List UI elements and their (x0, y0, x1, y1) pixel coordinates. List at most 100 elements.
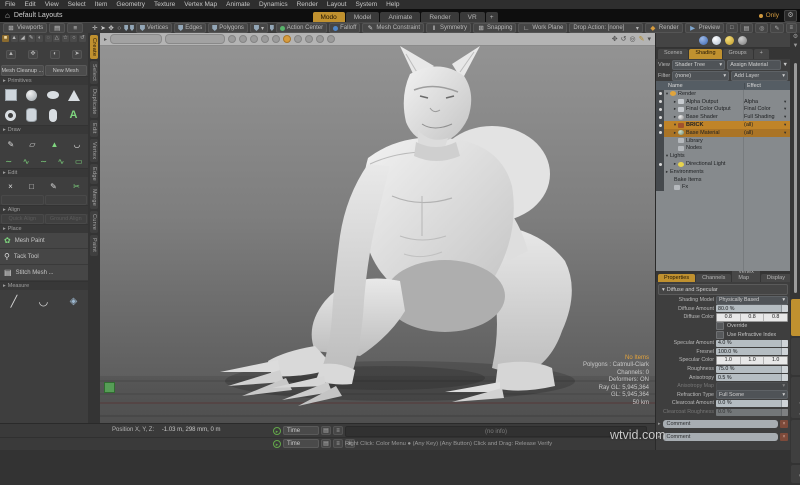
torus-tool[interactable] (0, 105, 21, 125)
zoom-icon[interactable]: ◎ (630, 35, 636, 43)
view-dropdown[interactable]: Shader Tree▾ (672, 60, 725, 70)
mini-icon-5[interactable]: ◐ (36, 35, 43, 42)
menu-system[interactable]: System (355, 1, 377, 8)
vertices-toggle[interactable]: Vertices (136, 23, 172, 33)
vtab-tags[interactable]: Tags (791, 465, 800, 483)
text-tool[interactable]: A (63, 105, 84, 125)
menu-file[interactable]: File (5, 1, 15, 8)
comment-delete-icon[interactable]: × (780, 433, 788, 441)
only-toggle[interactable]: Only (759, 12, 779, 19)
mini-icon-9[interactable]: ○ (70, 35, 77, 42)
vp-toggle-3[interactable] (250, 35, 258, 43)
mini-icon-6[interactable]: ◌ (45, 35, 52, 42)
vtab-vertex[interactable]: Vertex (90, 139, 98, 162)
section-place[interactable]: ▸Place (0, 224, 88, 233)
menu-select[interactable]: Select (68, 1, 86, 8)
mini-icon-7[interactable]: △ (53, 35, 60, 42)
vtab-edge[interactable]: Edge (90, 164, 98, 184)
vp-options-icon[interactable]: ▾ (647, 35, 651, 43)
viewport-menu-icon[interactable]: ▸ (104, 36, 107, 43)
menu-layout[interactable]: Layout (327, 1, 347, 8)
play-range-icon[interactable]: ▸ (273, 440, 281, 448)
tab-display[interactable]: Display (761, 274, 791, 282)
tool-icon-b[interactable]: ✥ (28, 50, 38, 59)
tool-icon-a[interactable]: ▲ (6, 50, 16, 59)
tab-groups[interactable]: Groups (723, 49, 753, 59)
box-edit-icon[interactable]: □ (29, 182, 34, 191)
blob-tool[interactable] (42, 85, 63, 105)
symmetry-button[interactable]: ‖ Symmetry (426, 23, 471, 33)
vp-toggle-9[interactable] (327, 35, 335, 43)
preset-sphere-blue-icon[interactable] (699, 36, 708, 45)
section-align[interactable]: ▸Align (0, 205, 88, 214)
vp-toggle-7[interactable] (305, 35, 313, 43)
channels-icon[interactable]: ≡ (333, 439, 343, 448)
vp-toggle-2[interactable] (239, 35, 247, 43)
mini-icon-4[interactable]: ✎ (28, 35, 35, 42)
slice-icon[interactable]: ✂ (73, 182, 80, 191)
camera-dropdown[interactable] (110, 34, 162, 44)
tree-row-alpha-output[interactable]: ▸ Alpha Output Alpha▾ (656, 98, 790, 106)
sketch-icon-3[interactable]: ∼ (40, 157, 47, 166)
sphere-tool[interactable] (21, 85, 42, 105)
select-mode-icon-2[interactable] (130, 25, 134, 31)
edit-button-2[interactable] (45, 195, 88, 205)
draw-style-icon[interactable]: ✎ (639, 35, 645, 43)
tree-row-base-material[interactable]: ▸ Base Material (all)▾ (656, 129, 790, 137)
sketch-icon-4[interactable]: ∿ (58, 157, 65, 166)
override-checkbox[interactable] (716, 322, 724, 330)
viewport-canvas[interactable]: No Items Polygons : Catmull-Clark Channe… (100, 46, 655, 423)
mini-icon-1[interactable]: ■ (2, 35, 9, 42)
keyframe-icon[interactable]: ▤ (321, 439, 331, 448)
tab-properties[interactable]: Properties (658, 274, 695, 282)
tab-modo[interactable]: Modo (313, 12, 345, 22)
vtab-material-ref[interactable]: Material Ref (791, 299, 800, 336)
vtab-render-tree[interactable]: Render Tree (791, 338, 800, 375)
mini-icon-3[interactable]: ◢ (19, 35, 26, 42)
sketch-icon-1[interactable]: ∼ (5, 157, 12, 166)
lasso-icon[interactable]: ○ (116, 24, 122, 32)
section-primitives[interactable]: ▸Primitives (0, 76, 88, 85)
tack-tool[interactable]: ⚲ Tack Tool (0, 249, 88, 265)
viewports-button[interactable]: ⊞ Viewports (3, 23, 47, 33)
menu-render[interactable]: Render (297, 1, 318, 8)
polygon-pen-icon[interactable]: ▲ (50, 140, 58, 149)
layout-list-button[interactable]: ≡ (67, 23, 83, 33)
tree-row-directional-light[interactable]: ▸ Directional Light (656, 160, 790, 168)
filter-dropdown[interactable]: (none)▾ (672, 71, 729, 81)
vp-toggle-6[interactable] (294, 35, 302, 43)
tree-row-final-color-output[interactable]: ▸ Final Color Output Final Color▾ (656, 106, 790, 114)
cube-tool[interactable] (0, 85, 21, 105)
eye-icon[interactable] (656, 121, 664, 129)
mesh-constraint-button[interactable]: ✎ Mesh Constraint (362, 23, 424, 33)
preview-button[interactable]: ▶ Preview (685, 23, 724, 33)
strip-gear-icon[interactable]: ⚙ (790, 33, 800, 42)
vtab-user-channels[interactable]: User Channels (791, 420, 800, 463)
delete-icon[interactable]: × (8, 182, 13, 191)
menu-dynamics[interactable]: Dynamics (259, 1, 288, 8)
preset-sphere-gray-icon[interactable] (738, 36, 747, 45)
cursor-icon[interactable]: ➤ (100, 24, 106, 32)
fresnel-slider[interactable]: 100.0 % (716, 348, 788, 355)
render-button[interactable]: ◆ Render (645, 23, 683, 33)
snapping-button[interactable]: ⊞ Snapping (473, 23, 516, 33)
roughness-slider[interactable]: 75.0 % (716, 366, 788, 373)
action-center-button[interactable]: Action Center (276, 23, 327, 33)
materials-mode-icon[interactable] (270, 25, 274, 31)
tool-icon-d[interactable]: ➤ (72, 50, 82, 59)
plane-icon[interactable]: ▱ (29, 140, 35, 149)
menu-help[interactable]: Help (386, 1, 399, 8)
tree-row-library[interactable]: Library (656, 137, 790, 145)
ground-align-button[interactable]: Ground Align (45, 214, 88, 224)
specular-color-field[interactable]: 1.0 1.0 1.0 (716, 356, 788, 365)
eye-icon[interactable] (656, 98, 664, 106)
vtab-merge[interactable]: Merge (90, 186, 98, 209)
vtab-paint[interactable]: Paint (90, 235, 98, 255)
edges-toggle[interactable]: Edges (174, 23, 206, 33)
pen-edit-icon[interactable]: ✎ (50, 182, 57, 191)
cylinder-tool[interactable] (21, 105, 42, 125)
magnify-icon[interactable]: ◎ (755, 23, 768, 33)
keyframe-icon[interactable]: ▤ (321, 426, 331, 435)
tab-scenes[interactable]: Scenes (658, 49, 688, 59)
effect-column-header[interactable]: Effect (744, 83, 790, 89)
